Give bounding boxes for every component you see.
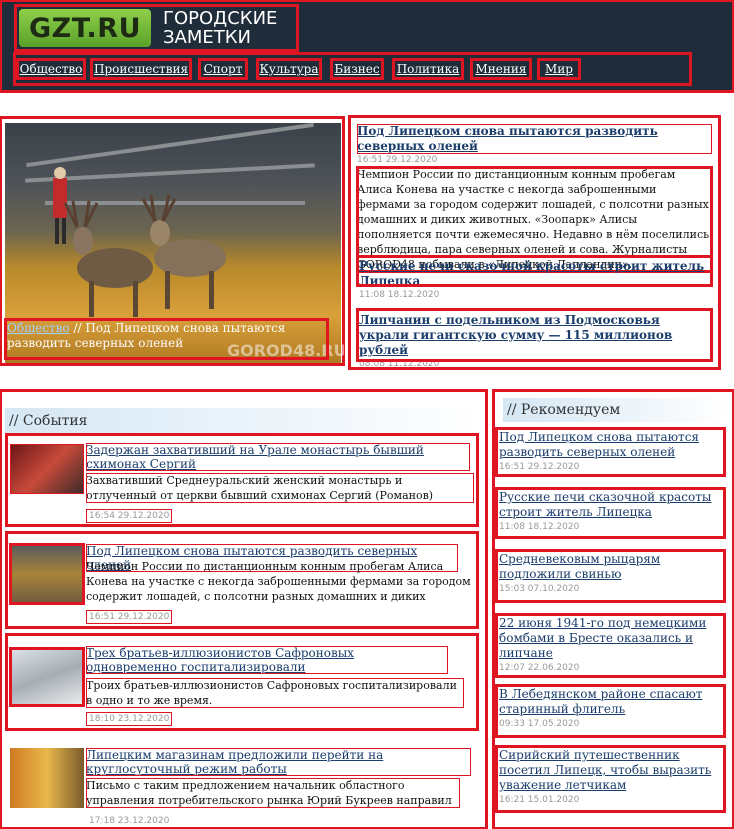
- recommended-date: 16:21 15.01.2020: [499, 795, 580, 805]
- recommended-item: Под Липецком снова пытаются разводить се…: [495, 427, 726, 477]
- recommended-date: 12:07 22.06.2020: [499, 663, 580, 673]
- events-heading: // События: [5, 408, 482, 434]
- logo-title: ГОРОДСКИЕ ЗАМЕТКИ: [163, 9, 277, 47]
- recommended-item: Средневековым рыцарям подложили свинью 1…: [495, 549, 726, 603]
- recommended-date: 16:51 29.12.2020: [499, 462, 580, 472]
- top-story: Под Липецком снова пытаются разводить се…: [356, 124, 713, 273]
- top-story-title[interactable]: Русские печи сказочной красоты строит жи…: [359, 259, 710, 289]
- recommended-section: // Рекомендуем Под Липецком снова пытают…: [492, 389, 734, 829]
- logo-title-line2: ЗАМЕТКИ: [163, 27, 251, 48]
- logo-badge-text: GZT.RU: [28, 12, 142, 44]
- recommended-item: Сирийский путешественник посетил Липецк,…: [495, 745, 726, 813]
- recommended-item: Русские печи сказочной красоты строит жи…: [495, 487, 726, 539]
- recommended-title[interactable]: Средневековым рыцарям подложили свинью: [496, 550, 725, 582]
- nav-item-politics[interactable]: Политика: [392, 58, 464, 80]
- caption-separator: //: [69, 321, 86, 335]
- nav-item-sport[interactable]: Спорт: [198, 58, 248, 80]
- news-summary: Письмо с таким предложением начальник об…: [86, 778, 460, 808]
- logo-title-line1: ГОРОДСКИЕ: [163, 8, 278, 29]
- site-logo[interactable]: GZT.RU ГОРОДСКИЕ ЗАМЕТКИ: [14, 4, 299, 52]
- top-story: Липчанин с подельником из Подмосковья ук…: [356, 308, 713, 369]
- news-summary: Троих братьев-иллюзионистов Сафроновых г…: [86, 678, 464, 708]
- recommended-date: 15:03 07.10.2020: [499, 584, 580, 594]
- news-thumbnail[interactable]: [9, 543, 85, 605]
- nav-item-opinions[interactable]: Мнения: [470, 58, 532, 80]
- nav-item-world[interactable]: Мир: [537, 58, 581, 80]
- site-header: GZT.RU ГОРОДСКИЕ ЗАМЕТКИ Общество Происш…: [0, 0, 734, 93]
- featured-caption[interactable]: Общество // Под Липецком снова пытаются …: [4, 318, 329, 360]
- recommended-title[interactable]: Сирийский путешественник посетил Липецк,…: [496, 746, 725, 793]
- news-item: Задержан захвативший на Урале монастырь …: [5, 433, 479, 527]
- nav-item-culture[interactable]: Культура: [256, 58, 322, 80]
- recommended-heading: // Рекомендуем: [503, 398, 728, 422]
- top-stories: Под Липецком снова пытаются разводить се…: [348, 115, 721, 370]
- recommended-date: 11:08 18.12.2020: [499, 522, 580, 532]
- featured-category-link[interactable]: Общество: [7, 321, 70, 335]
- events-section: // События Задержан захвативший на Урале…: [0, 389, 488, 829]
- news-item: Под Липецком снова пытаются разводить се…: [5, 531, 479, 629]
- nav-item-society[interactable]: Общество: [16, 58, 86, 80]
- main-nav: Общество Происшествия Спорт Культура Биз…: [13, 52, 692, 86]
- recommended-title[interactable]: 22 июня 1941-го под немецкими бомбами в …: [496, 614, 725, 661]
- recommended-title[interactable]: Русские печи сказочной красоты строит жи…: [496, 488, 725, 520]
- news-item: Трех братьев-иллюзионистов Сафроновых од…: [5, 633, 479, 731]
- news-item: Липецким магазинам предложили перейти на…: [6, 740, 478, 829]
- top-story-date: 08:08 11.12.2020: [359, 359, 440, 369]
- featured-story[interactable]: GOROD48.RU Общество // Под Липецком снов…: [0, 116, 345, 366]
- news-title[interactable]: Задержан захвативший на Урале монастырь …: [86, 443, 470, 471]
- news-title[interactable]: Липецким магазинам предложили перейти на…: [86, 748, 471, 776]
- news-thumbnail[interactable]: [10, 444, 84, 494]
- recommended-date: 09:33 17.05.2020: [499, 719, 580, 729]
- recommended-item: 22 июня 1941-го под немецкими бомбами в …: [495, 613, 726, 678]
- recommended-item: В Лебедянском районе спасают старинный ф…: [495, 684, 726, 738]
- top-story-date: 11:08 18.12.2020: [359, 290, 440, 300]
- news-thumbnail[interactable]: [10, 748, 84, 808]
- top-story: Русские печи сказочной красоты строит жи…: [356, 255, 713, 300]
- logo-badge: GZT.RU: [19, 9, 151, 47]
- top-story-title[interactable]: Под Липецком снова пытаются разводить се…: [357, 124, 712, 154]
- news-thumbnail[interactable]: [9, 647, 85, 707]
- news-date: 16:51 29.12.2020: [86, 610, 173, 624]
- news-date: 16:54 29.12.2020: [86, 509, 173, 523]
- news-date: 18:10 23.12.2020: [86, 712, 173, 726]
- recommended-title[interactable]: В Лебедянском районе спасают старинный ф…: [496, 685, 725, 717]
- nav-item-business[interactable]: Бизнес: [330, 58, 384, 80]
- news-title[interactable]: Трех братьев-иллюзионистов Сафроновых од…: [86, 646, 448, 674]
- news-date: 17:18 23.12.2020: [89, 816, 170, 826]
- recommended-title[interactable]: Под Липецком снова пытаются разводить се…: [496, 428, 725, 460]
- top-story-title[interactable]: Липчанин с подельником из Подмосковья ук…: [359, 313, 710, 358]
- top-story-date: 16:51 29.12.2020: [357, 155, 438, 165]
- nav-item-incidents[interactable]: Происшествия: [90, 58, 192, 80]
- news-summary: Чемпион России по дистанционным конным п…: [86, 560, 471, 603]
- news-summary: Захвативший Среднеуральский женский мона…: [86, 473, 474, 503]
